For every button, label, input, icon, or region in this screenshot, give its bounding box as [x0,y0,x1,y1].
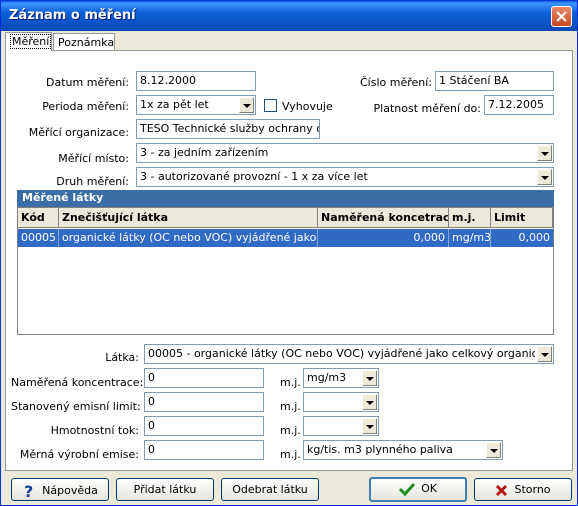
vyhovuje-label: Vyhovuje [282,100,333,113]
grid-header-row: Kód Znečišťující látka Naměřená koncetra… [18,208,553,228]
tok-field[interactable]: 0 [144,416,264,436]
dialog-window: Záznam o měření Měření Poznámka Datum mě… [0,0,578,506]
namerena-label: Naměřená koncentrace: [11,376,144,389]
perioda-label: Perioda měření: [42,100,129,113]
cancel-label: Storno [514,483,551,496]
cell-mj: mg/m3 [449,229,491,247]
dropdown-arrow-icon[interactable] [537,145,552,161]
cislo-field[interactable]: 1 Stáčení BA [435,71,554,91]
namerena-unit-label: m.j. [280,376,301,389]
dropdown-arrow-icon[interactable] [362,418,377,434]
cell-latka: organické látky (OC nebo VOC) vyjádřené … [59,229,318,247]
title-bar[interactable]: Záznam o měření [1,1,577,31]
add-substance-button[interactable]: Přidat látku [116,478,214,501]
cancel-button[interactable]: Storno [474,478,572,501]
add-substance-label: Přidat látku [133,483,197,496]
ok-label: OK [421,482,437,495]
limit-unit-label: m.j. [280,400,301,413]
limit-unit-select[interactable] [303,392,379,412]
col-header-mj[interactable]: m.j. [449,208,491,228]
vyrobni-unit-label: m.j. [280,448,301,461]
dropdown-arrow-icon[interactable] [239,97,254,113]
cislo-label: Číslo měření: [359,76,432,89]
tab-poznamka[interactable]: Poznámka [53,33,115,51]
check-icon [399,482,416,496]
organizace-label: Měřící organizace: [28,126,129,139]
tok-unit-select[interactable] [303,416,379,436]
remove-substance-button[interactable]: Odebrat látku [221,478,319,501]
vyrobni-unit-value: kg/tis. m3 plynného paliva [307,443,453,456]
platnost-label: Platnost měření do: [373,102,481,115]
cancel-x-icon [496,484,508,496]
namerena-unit-select[interactable]: mg/m3 [303,368,379,388]
dropdown-arrow-icon[interactable] [537,169,552,185]
help-button[interactable]: ? Nápověda [11,478,109,501]
dropdown-arrow-icon[interactable] [362,394,377,410]
limit-field[interactable]: 0 [144,392,264,412]
datum-label: Datum měření: [46,76,129,89]
dropdown-arrow-icon[interactable] [362,370,377,386]
col-header-limit[interactable]: Limit [491,208,553,228]
help-icon: ? [24,483,33,499]
platnost-field[interactable]: 7.12.2005 [484,95,554,115]
druh-select[interactable]: 3 - autorizované provozní - 1 x za více … [136,167,554,187]
ok-button[interactable]: OK [369,477,467,502]
cell-limit: 0,000 [518,231,551,244]
perioda-select[interactable]: 1x za pět let [136,95,256,115]
close-button[interactable] [551,6,572,27]
latka-select[interactable]: 00005 - organické látky (OC nebo VOC) vy… [144,344,554,364]
vyrobni-field[interactable]: 0 [144,440,264,460]
svg-text:?: ? [24,483,33,499]
vyrobni-unit-select[interactable]: kg/tis. m3 plynného paliva [303,440,503,460]
cell-koncentrace: 0,000 [318,229,449,247]
namerena-unit-value: mg/m3 [307,371,347,384]
substances-grid[interactable]: Kód Znečišťující látka Naměřená koncetra… [17,207,554,335]
cell-kod: 00005 [18,229,59,247]
datum-field[interactable]: 8.12.2000 [136,71,256,91]
dropdown-arrow-icon[interactable] [537,346,552,362]
col-header-koncentrace[interactable]: Naměřená koncetrace [318,208,449,228]
substances-header: Měřené látky [17,190,554,207]
close-icon [556,11,567,22]
tab-mereni-label: Měření [10,34,52,49]
limit-label: Stanovený emisní limit: [11,400,141,413]
latka-value: 00005 - organické látky (OC nebo VOC) vy… [148,347,535,360]
tok-unit-label: m.j. [280,424,301,437]
table-row[interactable]: 00005 organické látky (OC nebo VOC) vyjá… [18,229,553,247]
misto-value: 3 - za jedním zařízením [140,146,269,159]
tab-poznamka-label: Poznámka [58,36,115,49]
col-header-latka[interactable]: Znečišťující látka [59,208,318,228]
misto-select[interactable]: 3 - za jedním zařízením [136,143,554,163]
tab-mereni[interactable]: Měření [5,32,52,51]
misto-label: Měřící místo: [58,152,129,165]
perioda-value: 1x za pět let [140,98,209,111]
window-title: Záznam o měření [9,8,136,23]
dropdown-arrow-icon[interactable] [486,442,501,458]
col-header-kod[interactable]: Kód [18,208,59,228]
vyrobni-label: Měrná výrobní emise: [19,448,139,461]
druh-value: 3 - autorizované provozní - 1 x za více … [140,170,368,183]
help-label: Nápověda [42,484,98,497]
latka-label: Látka: [105,351,139,364]
vyhovuje-checkbox[interactable] [264,99,277,112]
remove-substance-label: Odebrat látku [232,483,308,496]
organizace-field[interactable]: TESO Technické služby ochrany ovz [136,119,320,139]
druh-label: Druh měření: [56,175,129,188]
tok-label: Hmotnostní tok: [50,424,139,437]
namerena-field[interactable]: 0 [144,368,264,388]
